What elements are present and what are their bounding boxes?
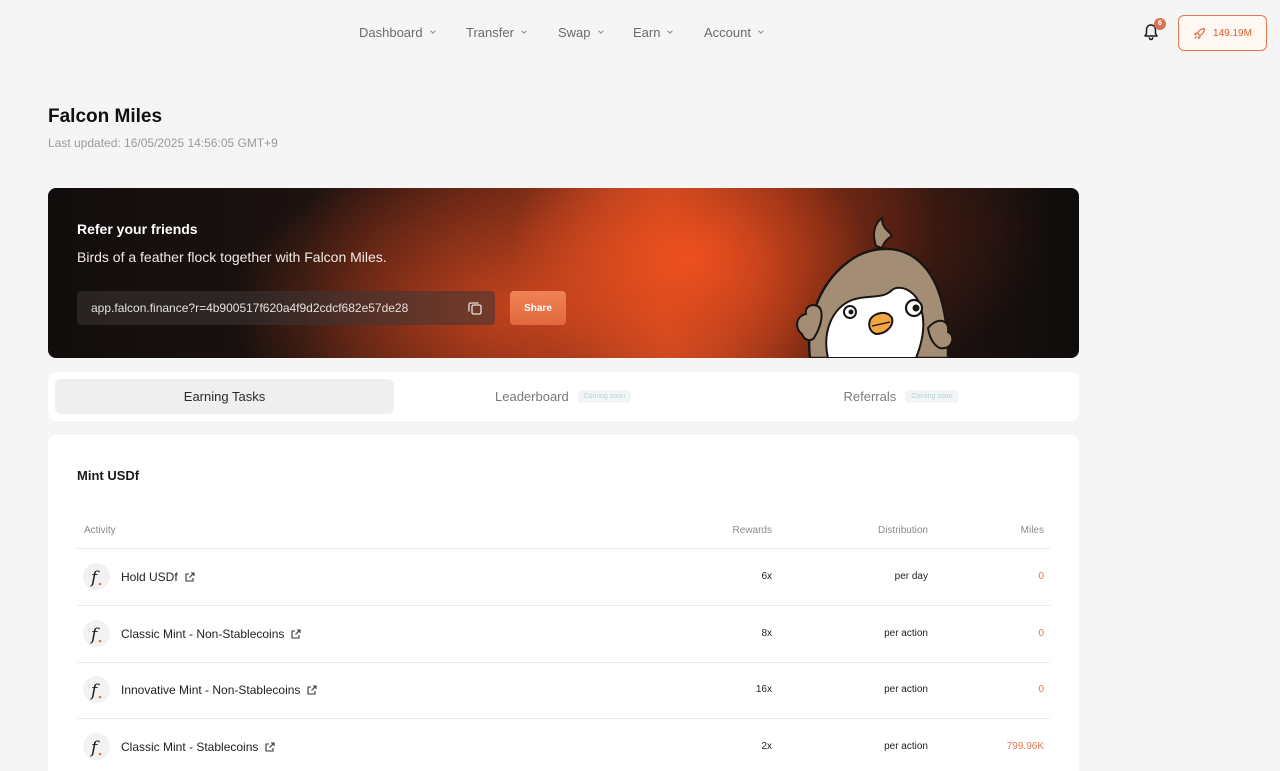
falcon-logo-icon: f xyxy=(83,676,110,703)
chevron-down-icon xyxy=(667,30,674,34)
falcon-logo-icon: f xyxy=(83,620,110,647)
miles-value: 0 xyxy=(1038,684,1044,695)
activity-name: Classic Mint - Stablecoins xyxy=(121,740,259,754)
table-header: Activity Rewards Distribution Miles xyxy=(77,517,1050,549)
nav-menu: Dashboard Transfer Swap Earn Account xyxy=(0,0,1280,64)
copy-icon[interactable] xyxy=(467,300,483,316)
nav-account-label: Account xyxy=(704,24,751,40)
column-header-rewards: Rewards xyxy=(732,525,772,536)
nav-swap-label: Swap xyxy=(558,24,591,40)
svg-text:f: f xyxy=(89,568,100,588)
notification-count-badge: 6 xyxy=(1154,18,1166,30)
nav-earn[interactable]: Earn xyxy=(633,24,674,40)
table-row: f Classic Mint - Non-Stablecoins 8x per … xyxy=(77,606,1050,663)
banner-subtitle: Birds of a feather flock together with F… xyxy=(77,249,387,265)
activity-name: Classic Mint - Non-Stablecoins xyxy=(121,627,285,641)
chevron-down-icon xyxy=(597,30,604,34)
referral-link-field[interactable]: app.falcon.finance?r=4b900517f620a4f9d2c… xyxy=(77,291,495,325)
tabs-bar: Earning Tasks Leaderboard Coming soon Re… xyxy=(48,372,1079,421)
falcon-logo-icon: f xyxy=(83,563,110,590)
falcon-mascot-illustration xyxy=(796,216,954,358)
activity-name: Innovative Mint - Non-Stablecoins xyxy=(121,683,301,697)
rewards-value: 6x xyxy=(761,571,772,582)
chevron-down-icon xyxy=(429,30,436,34)
top-navigation: Dashboard Transfer Swap Earn Account 6 1… xyxy=(0,0,1280,64)
table-row: f Innovative Mint - Non-Stablecoins 16x … xyxy=(77,662,1050,719)
table-row: f Hold USDf 6x per day 0 xyxy=(77,549,1050,606)
tab-leaderboard-label: Leaderboard xyxy=(495,389,569,404)
nav-account[interactable]: Account xyxy=(704,24,765,40)
referral-banner: Refer your friends Birds of a feather fl… xyxy=(48,188,1079,358)
column-header-distribution: Distribution xyxy=(877,525,928,536)
page-title: Falcon Miles xyxy=(48,106,163,127)
distribution-value: per action xyxy=(884,628,928,639)
activity-link[interactable]: Innovative Mint - Non-Stablecoins xyxy=(121,683,318,697)
tab-leaderboard[interactable]: Leaderboard Coming soon xyxy=(394,379,732,414)
external-link-icon xyxy=(291,629,301,639)
svg-text:f: f xyxy=(89,681,100,701)
miles-value: 799.96K xyxy=(1006,741,1044,752)
svg-text:f: f xyxy=(89,738,100,758)
nav-transfer[interactable]: Transfer xyxy=(466,24,528,40)
activity-link[interactable]: Classic Mint - Stablecoins xyxy=(121,740,276,754)
activity-link[interactable]: Classic Mint - Non-Stablecoins xyxy=(121,627,302,641)
tab-earning-tasks[interactable]: Earning Tasks xyxy=(55,379,394,414)
tab-referrals-label: Referrals xyxy=(843,389,897,404)
miles-balance-button[interactable]: 149.19M xyxy=(1178,15,1267,51)
miles-value: 0 xyxy=(1038,571,1044,582)
tab-earning-tasks-label: Earning Tasks xyxy=(183,389,266,404)
activity-name: Hold USDf xyxy=(121,570,178,584)
nav-dashboard-label: Dashboard xyxy=(359,24,423,40)
nav-earn-label: Earn xyxy=(633,24,661,40)
chevron-down-icon xyxy=(758,30,764,34)
rewards-value: 16x xyxy=(755,684,772,695)
rewards-value: 8x xyxy=(761,628,772,639)
earning-tasks-card: Mint USDf Activity Rewards Distribution … xyxy=(48,435,1079,771)
share-button[interactable]: Share xyxy=(510,291,566,325)
column-header-miles: Miles xyxy=(1020,525,1044,536)
tab-referrals[interactable]: Referrals Coming soon xyxy=(732,379,1070,414)
nav-transfer-label: Transfer xyxy=(466,24,514,40)
section-title: Mint USDf xyxy=(77,468,140,483)
chevron-down-icon xyxy=(521,30,527,34)
rocket-icon xyxy=(1194,27,1205,39)
rewards-value: 2x xyxy=(761,741,772,752)
column-header-activity: Activity xyxy=(84,525,116,536)
external-link-icon xyxy=(185,572,195,582)
table-row: f Classic Mint - Stablecoins 2x per acti… xyxy=(77,719,1050,771)
distribution-value: per day xyxy=(894,571,928,582)
distribution-value: per action xyxy=(884,684,928,695)
banner-title: Refer your friends xyxy=(77,221,198,237)
nav-swap[interactable]: Swap xyxy=(558,24,605,40)
distribution-value: per action xyxy=(884,741,928,752)
coming-soon-badge: Coming soon xyxy=(577,390,631,403)
last-updated-text: Last updated: 16/05/2025 14:56:05 GMT+9 xyxy=(48,136,278,150)
miles-value: 0 xyxy=(1038,628,1044,639)
activity-link[interactable]: Hold USDf xyxy=(121,570,196,584)
external-link-icon xyxy=(307,685,317,695)
svg-text:f: f xyxy=(89,625,100,645)
nav-dashboard[interactable]: Dashboard xyxy=(359,24,437,40)
coming-soon-badge: Coming soon xyxy=(905,390,959,403)
falcon-logo-icon: f xyxy=(83,733,110,760)
miles-balance-value: 149.19M xyxy=(1213,27,1252,39)
referral-link-text: app.falcon.finance?r=4b900517f620a4f9d2c… xyxy=(91,301,409,315)
external-link-icon xyxy=(265,742,275,752)
